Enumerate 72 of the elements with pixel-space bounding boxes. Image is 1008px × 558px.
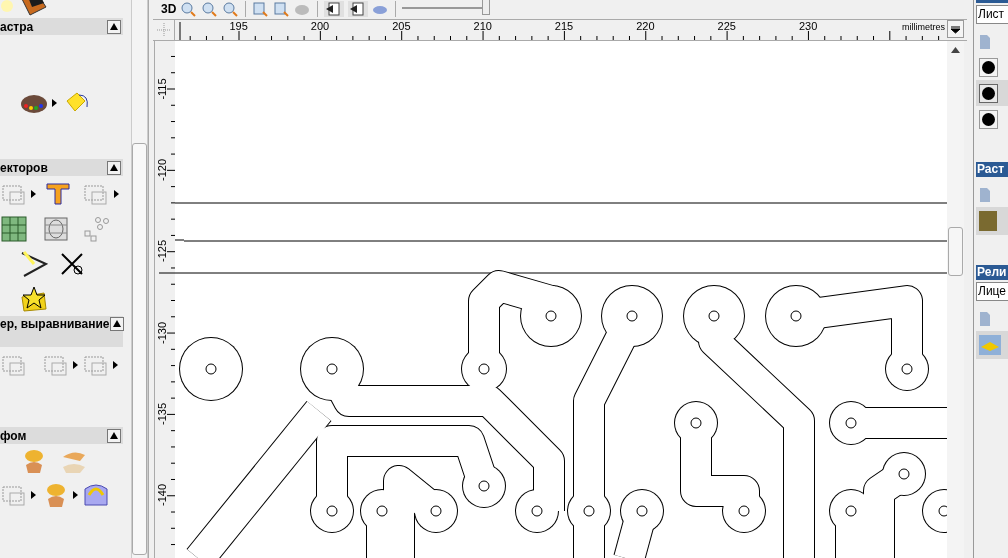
- star-folder-icon[interactable]: [20, 285, 48, 313]
- zoom-page-icon[interactable]: [252, 1, 270, 17]
- panel-section-header[interactable]: екторов: [0, 159, 123, 176]
- panel-section-header[interactable]: Раст: [976, 162, 1008, 177]
- layer-color-button[interactable]: [979, 83, 998, 103]
- grid-icon[interactable]: [0, 215, 28, 243]
- zoom-page-icon[interactable]: [273, 1, 291, 17]
- collapse-icon[interactable]: [109, 317, 124, 331]
- slider-thumb[interactable]: [482, 0, 491, 15]
- scrollbar-thumb[interactable]: [948, 227, 963, 276]
- collapse-icon[interactable]: [107, 428, 121, 443]
- collapse-icon[interactable]: [107, 160, 121, 175]
- panel-section-header[interactable]: Рели: [976, 265, 1008, 280]
- ruler-label: -135: [156, 403, 168, 426]
- book-icon[interactable]: [20, 0, 48, 17]
- section-title: фом: [0, 428, 27, 443]
- drawing-canvas[interactable]: [175, 41, 947, 558]
- arrow-page-icon[interactable]: [324, 1, 345, 17]
- text-tool-icon[interactable]: [44, 180, 72, 208]
- scroll-up-icon[interactable]: [951, 47, 960, 53]
- dropdown-icon[interactable]: [947, 20, 964, 38]
- section-title: астра: [0, 19, 34, 34]
- section-title: екторов: [0, 160, 48, 175]
- dots-icon[interactable]: [82, 215, 110, 243]
- ruler-label: 230: [797, 21, 819, 32]
- ruler-origin-icon[interactable]: [154, 20, 175, 40]
- ruler-label: 205: [391, 21, 412, 32]
- submenu-arrow-icon[interactable]: [31, 491, 36, 499]
- scissors-icon[interactable]: [58, 250, 86, 278]
- panel-section-header[interactable]: астра: [0, 18, 123, 35]
- zoom-slider[interactable]: [402, 3, 493, 15]
- ruler-label: 225: [716, 21, 737, 32]
- angle-tool-icon[interactable]: [20, 250, 48, 278]
- zoom-icon[interactable]: [180, 1, 198, 17]
- ruler-unit: millimetres: [902, 22, 945, 32]
- raster-item-row[interactable]: [976, 207, 1008, 235]
- ruler-label: 220: [635, 21, 656, 32]
- layer-color-button[interactable]: [979, 57, 998, 77]
- ruler-label: -115: [156, 78, 168, 100]
- canvas-scrollbar[interactable]: [947, 41, 964, 558]
- zoom-icon[interactable]: [222, 1, 240, 17]
- submenu-arrow-icon[interactable]: [113, 361, 118, 369]
- submenu-arrow-icon[interactable]: [73, 361, 78, 369]
- layer-row[interactable]: [976, 80, 1008, 106]
- arrow-page-icon[interactable]: [348, 1, 369, 17]
- panel-scrollbar[interactable]: [131, 0, 148, 558]
- layer-color-button[interactable]: [979, 109, 998, 129]
- submenu-arrow-icon[interactable]: [31, 190, 36, 198]
- submenu-arrow-icon[interactable]: [52, 99, 57, 107]
- ruler-label: 200: [309, 21, 331, 32]
- ruler-label: 210: [472, 21, 493, 32]
- flip-icon[interactable]: [82, 481, 110, 509]
- ruler-label: -130: [156, 321, 168, 344]
- relief-side-field[interactable]: Лице: [976, 282, 1008, 301]
- submenu-arrow-icon[interactable]: [114, 190, 119, 198]
- scrollbar-thumb[interactable]: [132, 143, 147, 555]
- ruler-label: 195: [228, 21, 249, 32]
- panel-section-header[interactable]: фом: [0, 427, 123, 444]
- section-title: ер, выравнивание: [0, 317, 110, 331]
- 3d-label[interactable]: 3D: [161, 2, 177, 16]
- collapse-icon[interactable]: [107, 19, 121, 34]
- image-thumbnail: [979, 211, 997, 231]
- ruler-label: 215: [553, 21, 575, 32]
- ruler-label: -120: [156, 159, 168, 182]
- pages-field[interactable]: Лист: [976, 5, 1008, 24]
- submenu-arrow-icon[interactable]: [73, 491, 78, 499]
- ruler-label: -125: [156, 240, 168, 263]
- panel-section-header[interactable]: ер, выравнивание: [0, 316, 123, 347]
- zoom-icon[interactable]: [201, 1, 219, 17]
- relief-icon: [979, 335, 1001, 355]
- ruler-label: -140: [156, 484, 168, 507]
- mesh-icon[interactable]: [42, 215, 70, 243]
